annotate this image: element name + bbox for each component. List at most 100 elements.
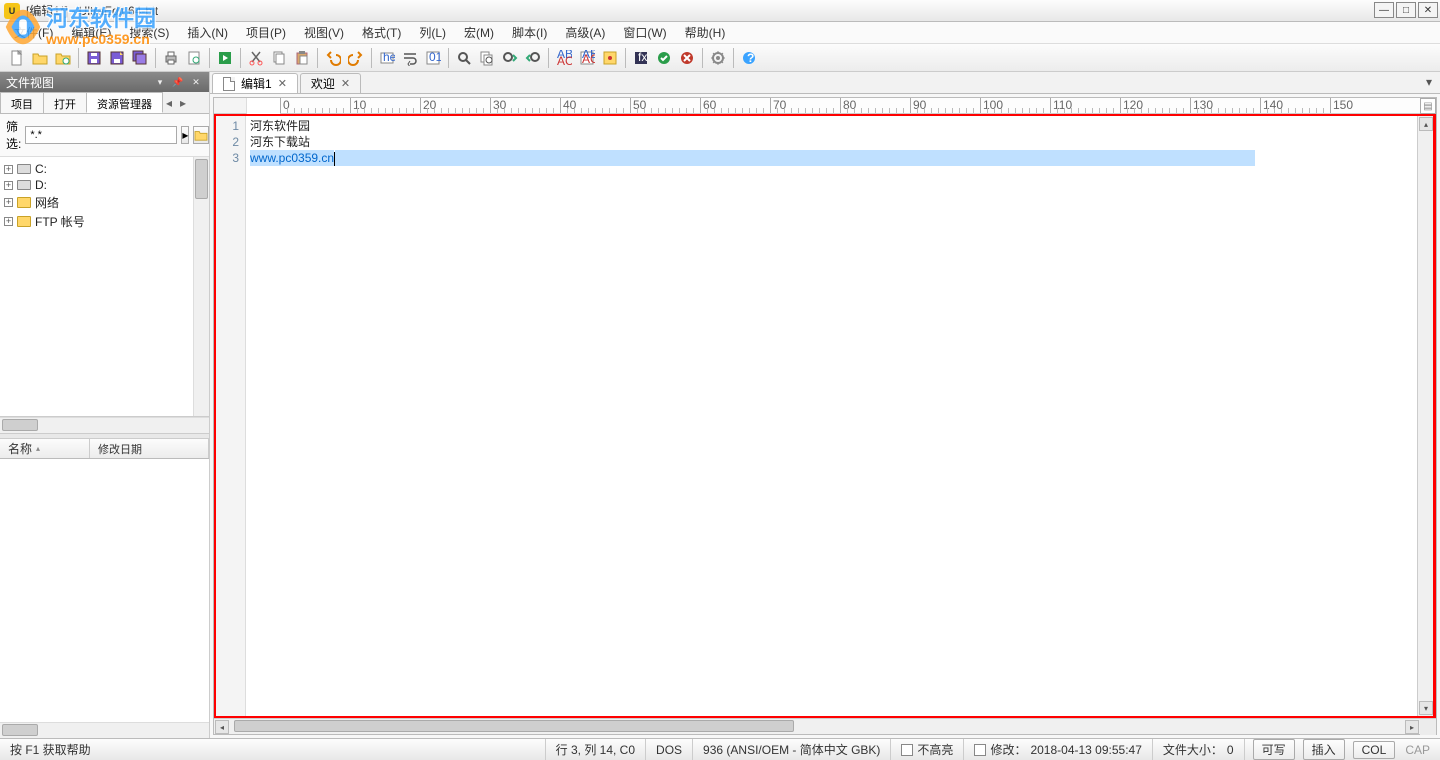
print-preview-icon[interactable] xyxy=(183,47,205,69)
list-horizontal-scrollbar[interactable] xyxy=(0,722,209,738)
highlight-checkbox[interactable] xyxy=(901,744,913,756)
print-icon[interactable] xyxy=(160,47,182,69)
ruler[interactable]: 0102030405060708090100110120130140150 xyxy=(280,98,1436,114)
save-all-icon[interactable] xyxy=(129,47,151,69)
menu-search[interactable]: 搜索(S) xyxy=(121,22,177,43)
sidebar: 文件视图 ▾ 📌 ✕ 项目 打开 资源管理器 ◂ ▸ 筛选: ▸ +C: +D:… xyxy=(0,72,210,738)
tree-node-drive-d[interactable]: +D: xyxy=(2,177,207,193)
menu-help[interactable]: 帮助(H) xyxy=(677,22,734,43)
menu-insert[interactable]: 插入(N) xyxy=(179,22,236,43)
replace-icon[interactable]: ABAC xyxy=(553,47,575,69)
find-next-icon[interactable] xyxy=(499,47,521,69)
minimize-button[interactable]: — xyxy=(1374,2,1394,18)
file-list[interactable] xyxy=(0,459,209,722)
readwrite-button[interactable]: 可写 xyxy=(1253,739,1295,760)
filter-browse-button[interactable] xyxy=(193,126,209,144)
find-icon[interactable] xyxy=(453,47,475,69)
expand-icon[interactable]: + xyxy=(4,198,13,207)
paste-icon[interactable] xyxy=(291,47,313,69)
sidebar-tab-scroll-left-icon[interactable]: ◂ xyxy=(162,92,176,113)
scroll-thumb[interactable] xyxy=(195,159,208,199)
help-icon[interactable]: ? xyxy=(738,47,760,69)
tree-horizontal-scrollbar[interactable] xyxy=(0,417,209,433)
scroll-thumb[interactable] xyxy=(2,724,38,736)
tab-list-dropdown-icon[interactable]: ▾ xyxy=(1422,75,1436,89)
tab-close-icon[interactable]: ✕ xyxy=(278,77,287,90)
scroll-up-icon[interactable]: ▴ xyxy=(1419,117,1433,131)
save-as-icon[interactable] xyxy=(106,47,128,69)
editor-vertical-scrollbar[interactable]: ▴ ▾ xyxy=(1417,116,1433,716)
function-list-icon[interactable]: fx xyxy=(630,47,652,69)
code-area[interactable]: 河东软件园 河东下载站 www.pc0359.cn xyxy=(246,116,1417,716)
word-wrap-icon[interactable] xyxy=(399,47,421,69)
tree-vertical-scrollbar[interactable] xyxy=(193,157,209,416)
menu-window[interactable]: 窗口(W) xyxy=(615,22,674,43)
tab-close-icon[interactable]: ✕ xyxy=(341,77,350,90)
editor-horizontal-scrollbar[interactable]: ◂ ▸ xyxy=(214,718,1436,734)
window-title: [编辑1*] - UltraEdit 64-bit xyxy=(26,2,158,19)
status-eol[interactable]: DOS xyxy=(646,739,693,760)
sidebar-tab-scroll-right-icon[interactable]: ▸ xyxy=(176,92,190,113)
tree-node-ftp[interactable]: +FTP 帐号 xyxy=(2,212,207,231)
run-icon[interactable] xyxy=(214,47,236,69)
menu-view[interactable]: 视图(V) xyxy=(296,22,352,43)
scroll-left-icon[interactable]: ◂ xyxy=(215,720,229,734)
sidebar-pin-icon[interactable]: 📌 xyxy=(171,75,185,89)
menu-macro[interactable]: 宏(M) xyxy=(456,22,502,43)
sidebar-header: 文件视图 ▾ 📌 ✕ xyxy=(0,72,209,92)
undo-icon[interactable] xyxy=(322,47,344,69)
document-tab-active[interactable]: 编辑1 ✕ xyxy=(212,73,298,93)
document-tab-welcome[interactable]: 欢迎 ✕ xyxy=(300,73,361,93)
close-button[interactable]: ✕ xyxy=(1418,2,1438,18)
status-highlight[interactable]: 不高亮 xyxy=(891,739,964,760)
scroll-down-icon[interactable]: ▾ xyxy=(1419,701,1433,715)
sidebar-close-icon[interactable]: ✕ xyxy=(189,75,203,89)
tree-node-drive-c[interactable]: +C: xyxy=(2,161,207,177)
expand-icon[interactable]: + xyxy=(4,165,13,174)
sidebar-menu-icon[interactable]: ▾ xyxy=(153,75,167,89)
cut-icon[interactable] xyxy=(245,47,267,69)
status-encoding[interactable]: 936 (ANSI/OEM - 简体中文 GBK) xyxy=(693,739,891,760)
menu-column[interactable]: 列(L) xyxy=(411,22,454,43)
filter-go-button[interactable]: ▸ xyxy=(181,126,189,144)
column-mode-button[interactable]: COL xyxy=(1353,741,1396,759)
menu-format[interactable]: 格式(T) xyxy=(354,22,409,43)
menu-advanced[interactable]: 高级(A) xyxy=(557,22,613,43)
insert-mode-button[interactable]: 插入 xyxy=(1303,739,1345,760)
copy-icon[interactable] xyxy=(268,47,290,69)
outline-red-icon[interactable] xyxy=(676,47,698,69)
filter-label: 筛选: xyxy=(6,118,21,152)
open-quick-icon[interactable] xyxy=(52,47,74,69)
find-prev-icon[interactable] xyxy=(522,47,544,69)
replace-in-files-icon[interactable]: ABAC xyxy=(576,47,598,69)
expand-icon[interactable]: + xyxy=(4,181,13,190)
bookmark-icon[interactable] xyxy=(599,47,621,69)
sidebar-tab-open[interactable]: 打开 xyxy=(43,92,87,113)
column-name[interactable]: 名称▴ xyxy=(0,439,90,458)
menu-edit[interactable]: 编辑(E) xyxy=(63,22,119,43)
find-in-files-icon[interactable] xyxy=(476,47,498,69)
save-icon[interactable] xyxy=(83,47,105,69)
filter-input[interactable] xyxy=(25,126,177,144)
column-modified[interactable]: 修改日期 xyxy=(90,439,209,458)
show-spaces-icon[interactable]: 010 xyxy=(422,47,444,69)
expand-icon[interactable]: + xyxy=(4,217,13,226)
menu-project[interactable]: 项目(P) xyxy=(238,22,294,43)
new-file-icon[interactable] xyxy=(6,47,28,69)
tree-node-network[interactable]: +网络 xyxy=(2,193,207,212)
file-tree[interactable]: +C: +D: +网络 +FTP 帐号 xyxy=(0,157,209,417)
settings-icon[interactable] xyxy=(707,47,729,69)
open-file-icon[interactable] xyxy=(29,47,51,69)
sidebar-tab-project[interactable]: 项目 xyxy=(0,92,44,113)
hex-icon[interactable]: hex xyxy=(376,47,398,69)
sidebar-tab-explorer[interactable]: 资源管理器 xyxy=(86,92,163,113)
scroll-right-icon[interactable]: ▸ xyxy=(1405,720,1419,734)
split-view-icon[interactable]: ▤ xyxy=(1420,98,1436,114)
scroll-thumb[interactable] xyxy=(2,419,38,431)
menu-file[interactable]: 文件(F) xyxy=(6,22,61,43)
outline-green-icon[interactable] xyxy=(653,47,675,69)
scroll-thumb[interactable] xyxy=(234,720,794,732)
maximize-button[interactable]: □ xyxy=(1396,2,1416,18)
menu-script[interactable]: 脚本(I) xyxy=(504,22,555,43)
redo-icon[interactable] xyxy=(345,47,367,69)
